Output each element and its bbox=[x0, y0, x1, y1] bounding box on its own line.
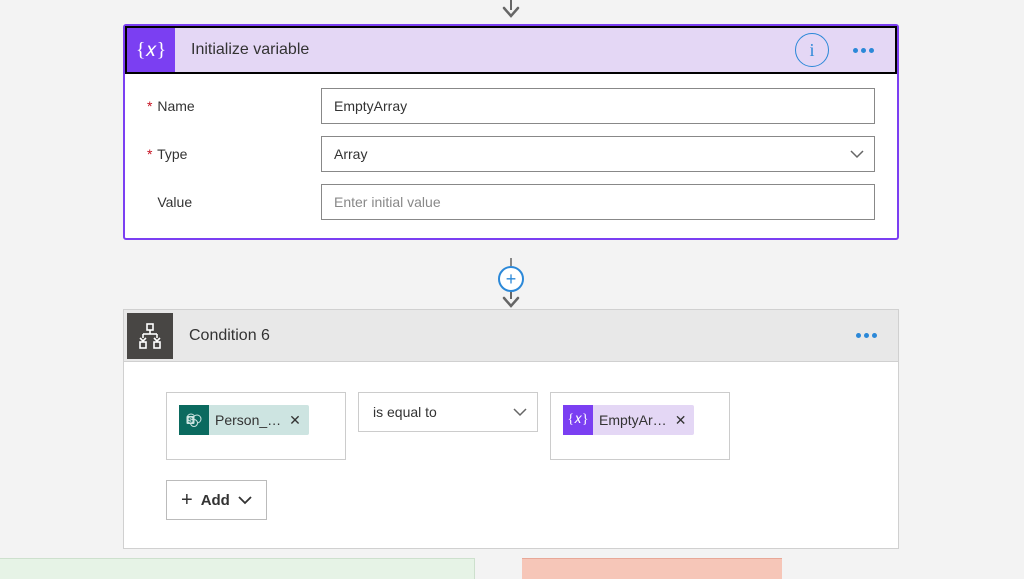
condition-no-branch[interactable] bbox=[522, 558, 782, 579]
initialize-variable-body: * Name EmptyArray * Type Array * Value E… bbox=[125, 74, 897, 238]
value-input[interactable]: Enter initial value bbox=[321, 184, 875, 220]
condition-left-operand[interactable]: S Person_… ✕ bbox=[166, 392, 346, 460]
type-label: * Type bbox=[147, 146, 321, 162]
condition-icon bbox=[127, 313, 173, 359]
name-label: * Name bbox=[147, 98, 321, 114]
condition-expression-row: S Person_… ✕ is equal to {𝑥} bbox=[166, 392, 856, 460]
remove-token-icon[interactable]: ✕ bbox=[289, 412, 301, 429]
token-label: EmptyAr… bbox=[599, 412, 667, 428]
condition-card: Condition 6 S Person_… bbox=[123, 309, 899, 549]
value-label: * Value bbox=[147, 194, 321, 210]
remove-token-icon[interactable]: ✕ bbox=[675, 412, 687, 429]
condition-header[interactable]: Condition 6 bbox=[124, 310, 898, 362]
variable-icon: {𝑥} bbox=[563, 405, 593, 435]
condition-title: Condition 6 bbox=[173, 327, 846, 345]
plus-icon: + bbox=[181, 489, 193, 512]
flow-arrow-top bbox=[501, 0, 521, 20]
condition-operator-select[interactable]: is equal to bbox=[358, 392, 538, 432]
condition-more-icon[interactable] bbox=[846, 333, 886, 338]
variable-token[interactable]: {𝑥} EmptyAr… ✕ bbox=[563, 405, 694, 435]
chevron-down-icon bbox=[850, 149, 864, 159]
more-menu-icon[interactable] bbox=[843, 48, 883, 53]
flow-arrow-icon bbox=[501, 292, 521, 308]
info-icon[interactable]: i bbox=[795, 33, 829, 67]
chevron-down-icon bbox=[238, 495, 252, 505]
flow-connector: + bbox=[490, 258, 532, 308]
chevron-down-icon bbox=[513, 407, 527, 417]
dynamic-content-token[interactable]: S Person_… ✕ bbox=[179, 405, 309, 435]
initialize-variable-title: Initialize variable bbox=[175, 41, 795, 59]
type-select[interactable]: Array bbox=[321, 136, 875, 172]
add-step-button[interactable]: + bbox=[498, 266, 524, 292]
initialize-variable-header[interactable]: {𝑥} Initialize variable i bbox=[125, 26, 897, 74]
token-label: Person_… bbox=[215, 412, 281, 428]
name-input[interactable]: EmptyArray bbox=[321, 88, 875, 124]
sharepoint-icon: S bbox=[179, 405, 209, 435]
condition-yes-branch[interactable] bbox=[0, 558, 475, 579]
variable-icon: {𝑥} bbox=[127, 28, 175, 72]
add-condition-button[interactable]: + Add bbox=[166, 480, 267, 520]
condition-body: S Person_… ✕ is equal to {𝑥} bbox=[124, 362, 898, 548]
condition-right-operand[interactable]: {𝑥} EmptyAr… ✕ bbox=[550, 392, 730, 460]
svg-text:S: S bbox=[188, 418, 193, 425]
initialize-variable-card: {𝑥} Initialize variable i * Name EmptyAr… bbox=[123, 24, 899, 240]
